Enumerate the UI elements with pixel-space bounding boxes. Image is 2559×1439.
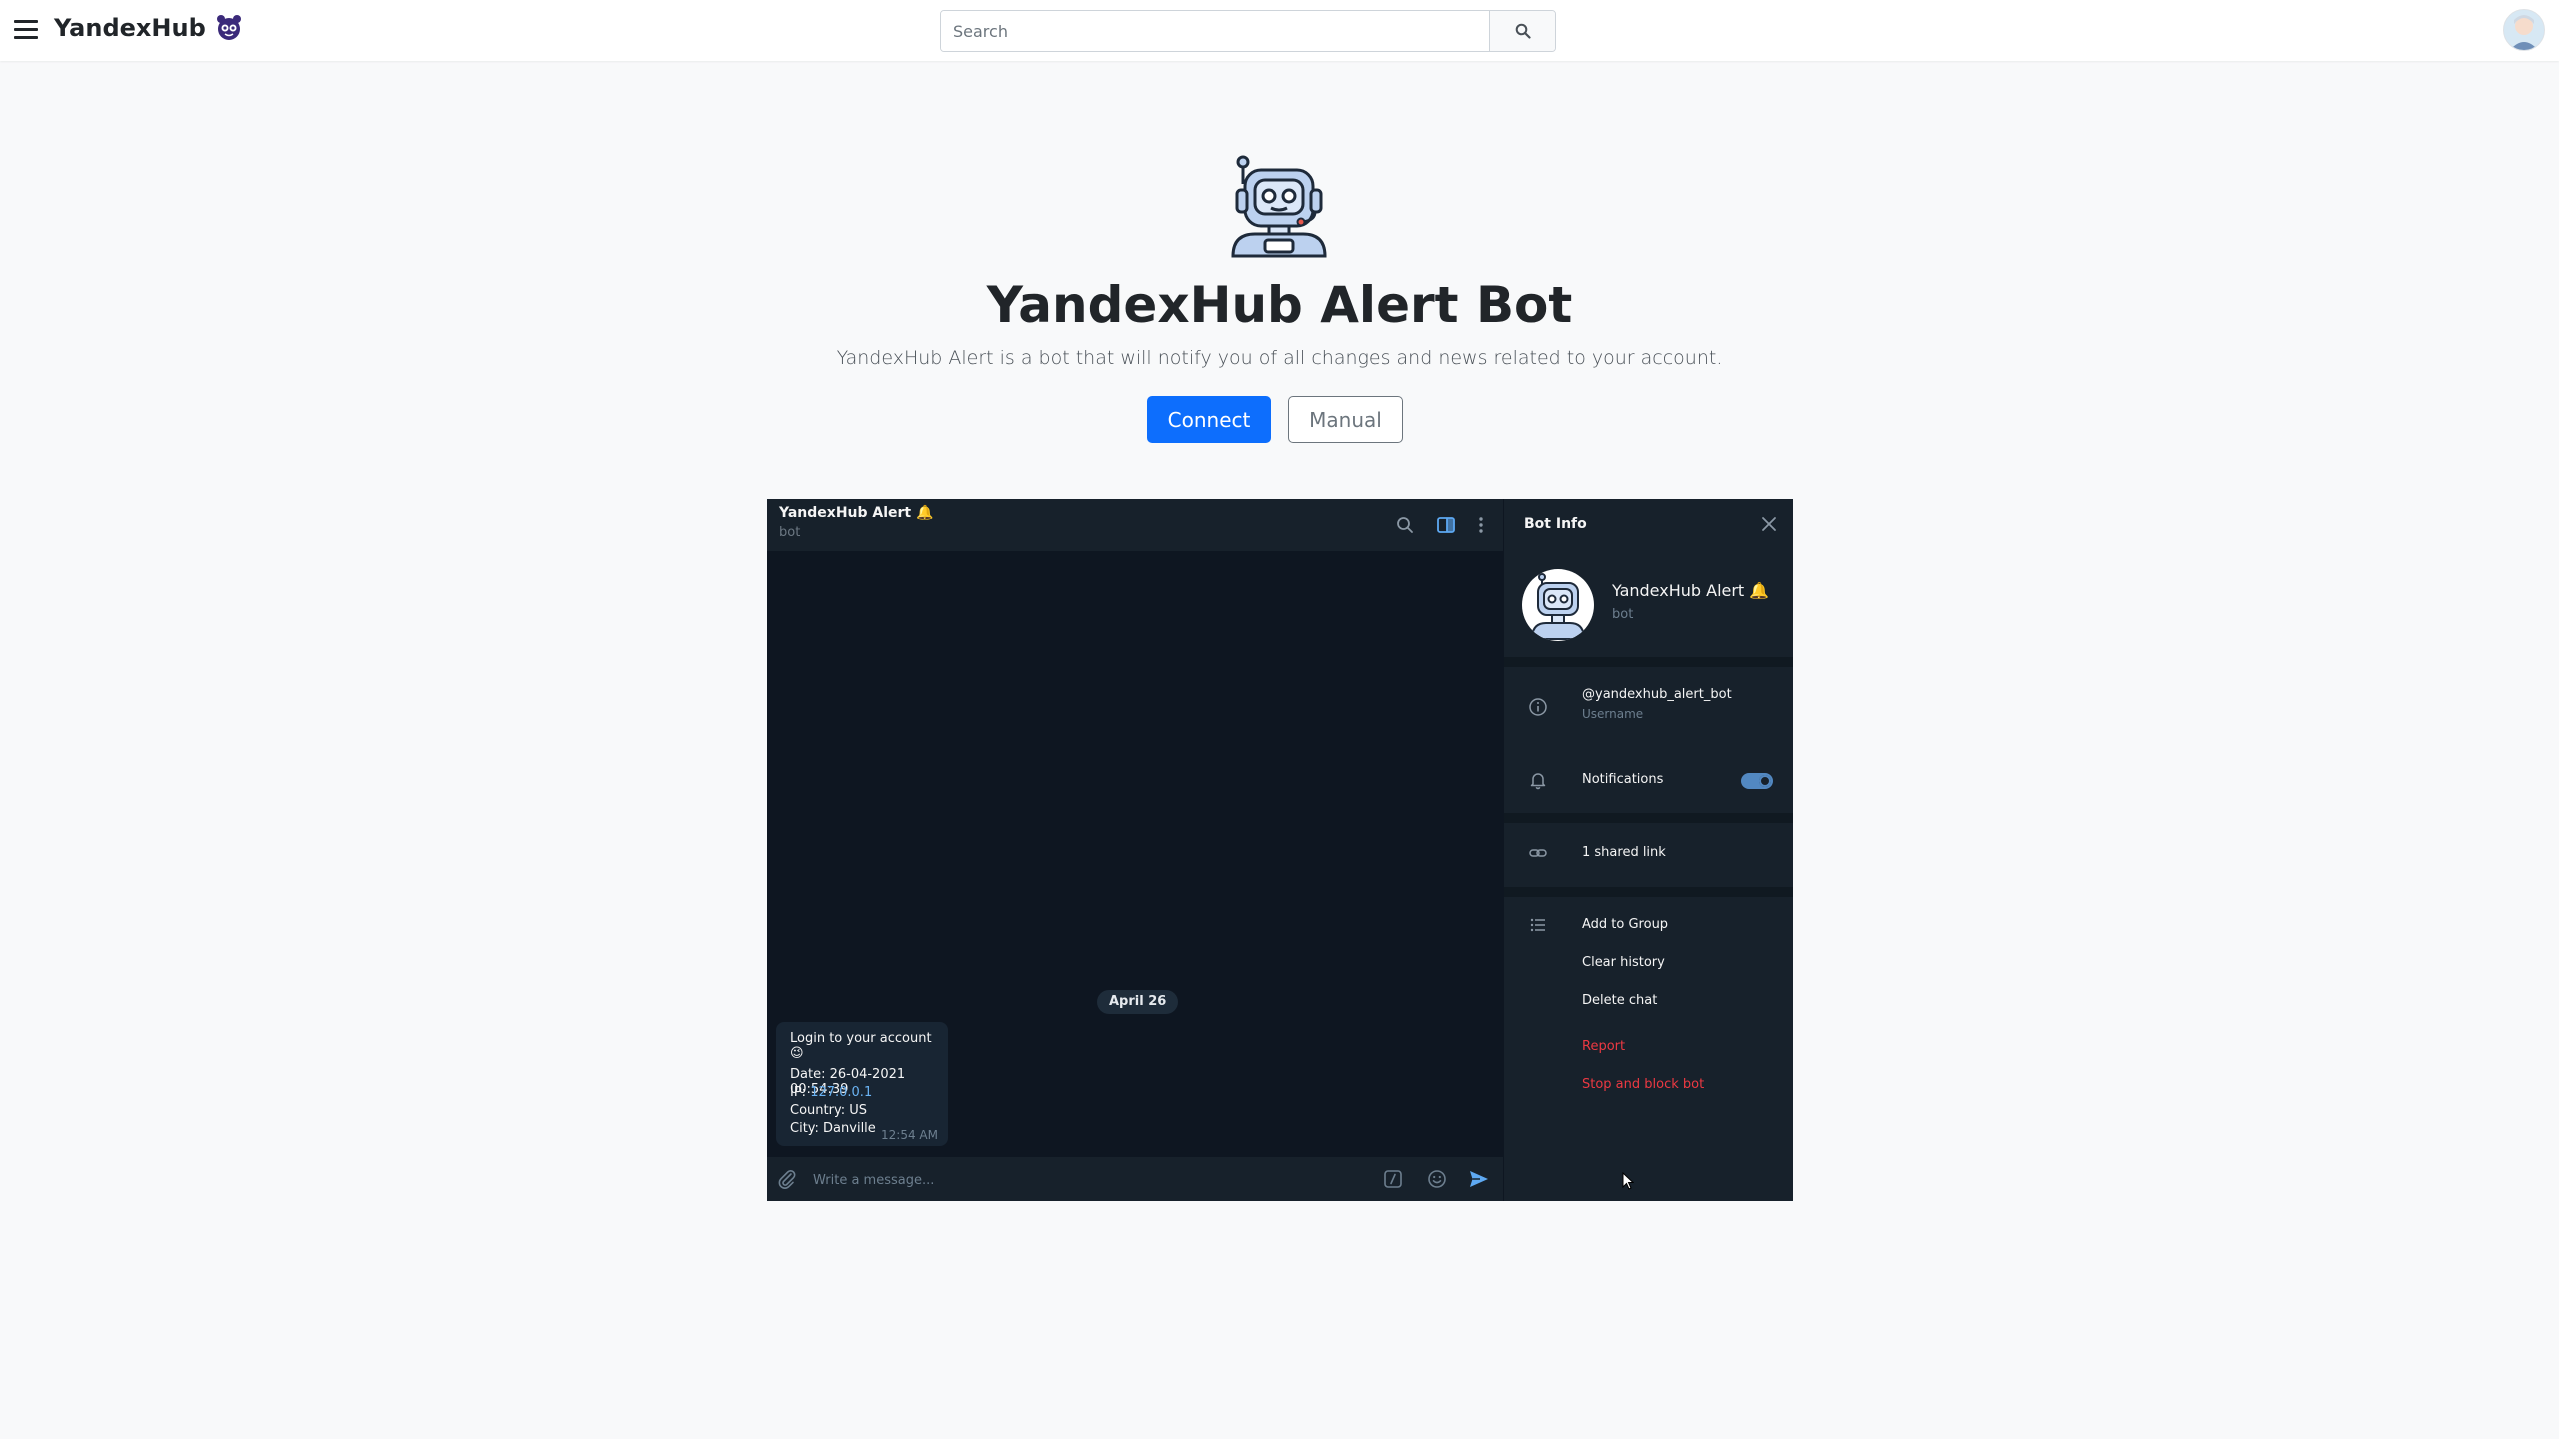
chat-header: YandexHub Alert 🔔 bot xyxy=(767,499,1503,551)
section-divider xyxy=(1504,657,1793,667)
message-city: City: Danville xyxy=(790,1121,876,1136)
shared-links-label: 1 shared link xyxy=(1582,845,1666,860)
add-to-group-label: Add to Group xyxy=(1582,917,1669,932)
manual-button[interactable]: Manual xyxy=(1288,396,1403,443)
bell-icon xyxy=(1530,773,1546,790)
message-composer xyxy=(767,1157,1503,1201)
message-ip-link[interactable]: 127.0.0.1 xyxy=(810,1085,872,1100)
bot-commands-icon[interactable] xyxy=(1381,1167,1405,1191)
brand-logo-icon xyxy=(216,15,241,40)
message-country: Country: US xyxy=(790,1103,867,1118)
page-description: YandexHub Alert is a bot that will notif… xyxy=(836,347,1723,369)
delete-chat-row[interactable]: Delete chat xyxy=(1504,985,1793,1011)
robot-avatar-icon xyxy=(1530,573,1586,640)
sidebar-toggle-icon[interactable] xyxy=(1434,513,1458,537)
notifications-label: Notifications xyxy=(1582,772,1664,787)
message-headline: Login to your account 😉 xyxy=(790,1031,932,1061)
report-row[interactable]: Report xyxy=(1504,1031,1793,1057)
search-icon xyxy=(1515,23,1531,39)
page-title: YandexHub Alert Bot xyxy=(986,276,1573,334)
delete-chat-label: Delete chat xyxy=(1582,993,1658,1008)
bot-avatar[interactable] xyxy=(1522,569,1594,641)
menu-icon[interactable] xyxy=(14,20,38,40)
username-caption: Username xyxy=(1582,707,1644,721)
chat-subtitle: bot xyxy=(779,525,801,540)
message-ip: IP: 127.0.0.1 xyxy=(790,1085,872,1100)
list-icon xyxy=(1530,918,1545,932)
chat-title: YandexHub Alert 🔔 xyxy=(779,505,934,521)
robot-icon xyxy=(1231,155,1327,258)
stop-block-row[interactable]: Stop and block bot xyxy=(1504,1069,1793,1095)
chat-pane: YandexHub Alert 🔔 bot April 26 Login to … xyxy=(767,499,1503,1201)
bot-name: YandexHub Alert 🔔 xyxy=(1612,581,1770,600)
report-label: Report xyxy=(1582,1039,1626,1054)
more-vertical-icon[interactable] xyxy=(1469,513,1493,537)
shared-links-row[interactable]: 1 shared link xyxy=(1504,823,1793,885)
section-divider xyxy=(1504,813,1793,823)
bot-info-title: Bot Info xyxy=(1524,516,1587,532)
attach-icon[interactable] xyxy=(775,1167,799,1191)
section-divider xyxy=(1504,887,1793,897)
bot-subtitle: bot xyxy=(1612,607,1634,622)
message-bubble: Login to your account 😉 Date: 26-04-2021… xyxy=(776,1022,948,1146)
connect-button[interactable]: Connect xyxy=(1147,396,1271,443)
mouse-cursor-icon xyxy=(1622,1172,1634,1190)
send-icon[interactable] xyxy=(1467,1167,1491,1191)
search-box xyxy=(940,10,1556,52)
brand-name: YandexHub xyxy=(54,14,206,42)
notifications-toggle[interactable] xyxy=(1741,773,1773,789)
message-input[interactable] xyxy=(811,1167,1375,1193)
search-button[interactable] xyxy=(1489,11,1555,51)
date-badge: April 26 xyxy=(1097,990,1179,1014)
stop-block-label: Stop and block bot xyxy=(1582,1077,1705,1092)
close-icon[interactable] xyxy=(1759,514,1779,534)
emoji-icon[interactable] xyxy=(1425,1167,1449,1191)
username-row[interactable]: @yandexhub_alert_bot Username xyxy=(1504,667,1793,749)
brand-link[interactable]: YandexHub xyxy=(54,14,242,42)
bot-username: @yandexhub_alert_bot xyxy=(1582,687,1732,702)
link-icon xyxy=(1529,849,1547,857)
user-avatar[interactable] xyxy=(2503,9,2545,51)
bot-info-panel: Bot Info YandexHub Alert 🔔 bot @yandexhu… xyxy=(1504,499,1793,1201)
telegram-preview: YandexHub Alert 🔔 bot April 26 Login to … xyxy=(767,499,1793,1201)
search-input[interactable] xyxy=(941,11,1489,51)
chat-search-icon[interactable] xyxy=(1393,513,1417,537)
add-to-group-row[interactable]: Add to Group xyxy=(1504,897,1793,933)
clear-history-label: Clear history xyxy=(1582,955,1665,970)
message-time: 12:54 AM xyxy=(881,1128,938,1142)
message-ip-label: IP: xyxy=(790,1085,811,1100)
clear-history-row[interactable]: Clear history xyxy=(1504,947,1793,973)
top-navbar: YandexHub xyxy=(0,0,2559,61)
notifications-row[interactable]: Notifications xyxy=(1504,749,1793,811)
info-icon xyxy=(1529,698,1547,716)
user-avatar-image xyxy=(2504,10,2544,50)
